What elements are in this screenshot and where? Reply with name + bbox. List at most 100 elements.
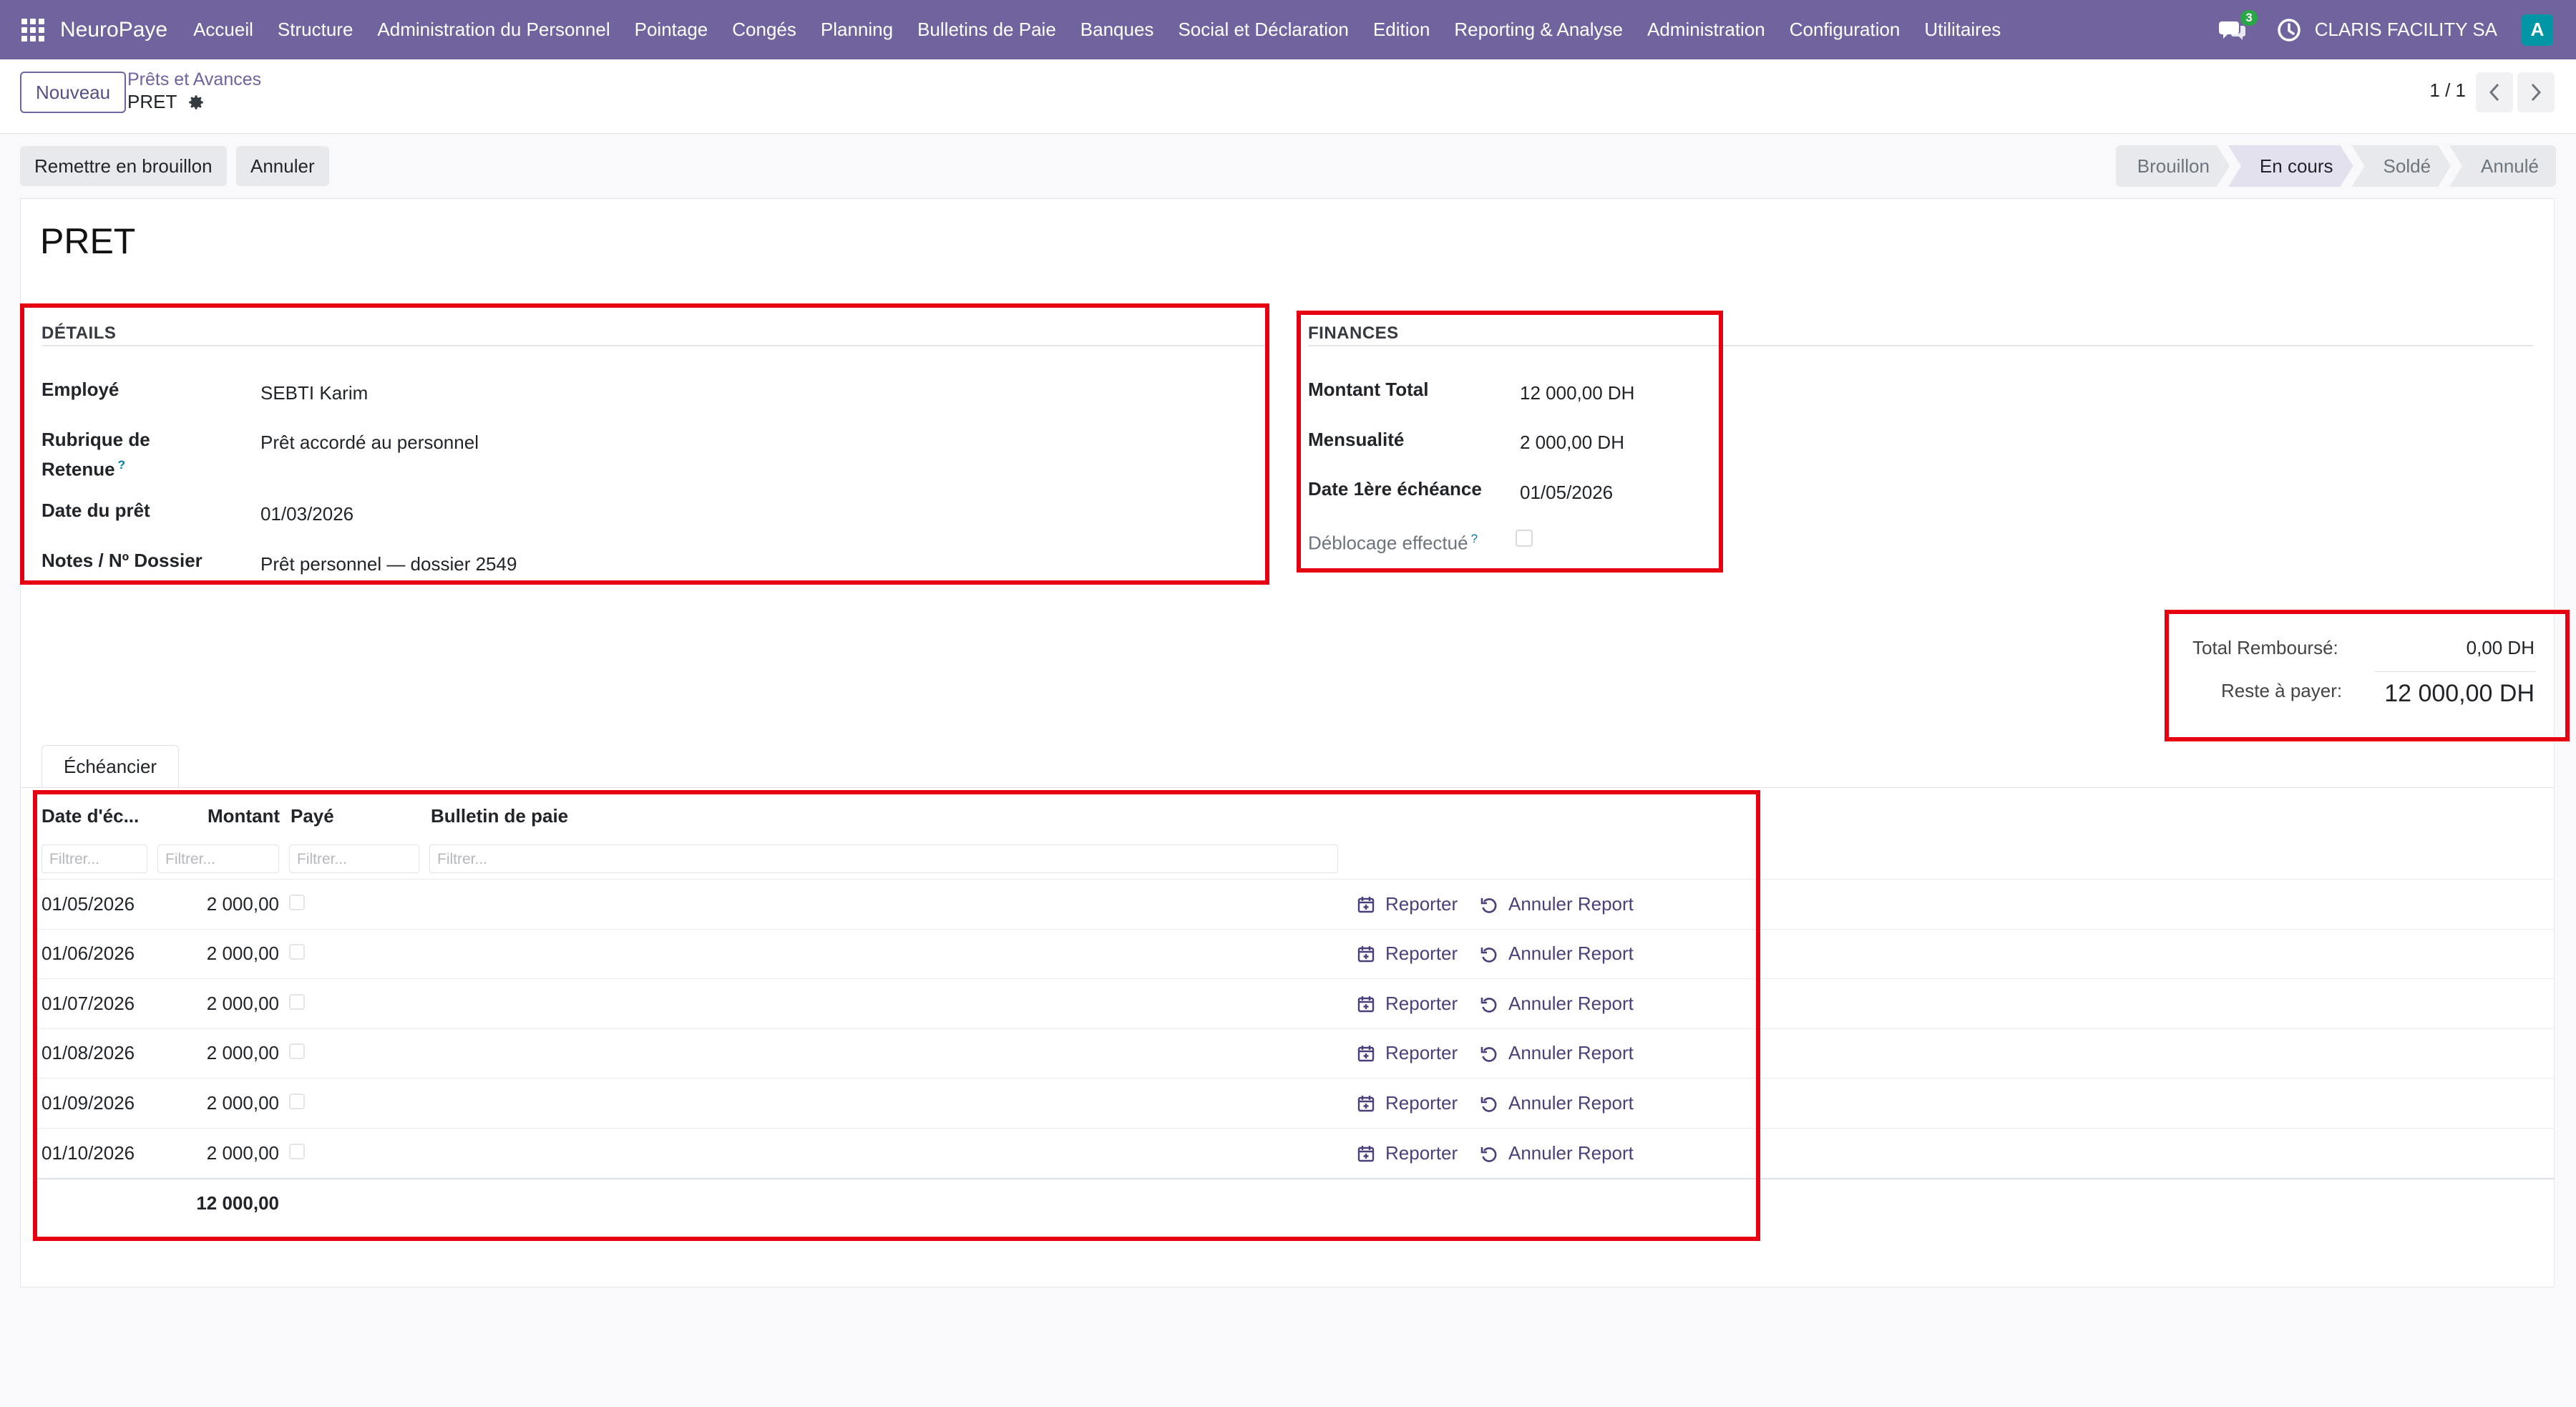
row-paid-checkbox[interactable]: [289, 1144, 305, 1159]
menu-item-conges[interactable]: Congés: [732, 19, 796, 41]
unlock-label-text: Déblocage effectué: [1308, 532, 1468, 554]
monthly-field[interactable]: 2 000,00 DH: [1520, 432, 1624, 454]
row-paid-checkbox[interactable]: [289, 895, 305, 910]
current-record: PRET: [127, 91, 205, 113]
column-header-paid[interactable]: Payé: [291, 805, 334, 827]
report-button[interactable]: Reporter: [1357, 943, 1458, 965]
loan-date-label: Date du prêt: [42, 500, 150, 521]
stage-solde[interactable]: Soldé: [2352, 145, 2451, 187]
help-icon[interactable]: ?: [118, 458, 125, 472]
cancel-report-button[interactable]: Annuler Report: [1480, 993, 1634, 1015]
breadcrumb-link[interactable]: Prêts et Avances: [127, 69, 261, 90]
messages-badge: 3: [2240, 9, 2258, 26]
stage-en-cours[interactable]: En cours: [2228, 145, 2353, 187]
menu-item-bulletins[interactable]: Bulletins de Paie: [917, 19, 1056, 41]
report-label: Reporter: [1385, 943, 1458, 964]
apps-menu-icon[interactable]: [21, 18, 44, 42]
calendar-plus-icon: [1357, 1045, 1375, 1061]
menu-item-administration-personnel[interactable]: Administration du Personnel: [377, 19, 610, 41]
row-paid-checkbox[interactable]: [289, 1043, 305, 1059]
calendar-plus-icon: [1357, 1145, 1375, 1162]
reimbursed-value: 0,00 DH: [2466, 637, 2534, 658]
menu-item-banques[interactable]: Banques: [1080, 19, 1154, 41]
notes-field[interactable]: Prêt personnel — dossier 2549: [260, 553, 517, 575]
row-date: 01/10/2026: [42, 1142, 135, 1164]
row-paid-checkbox[interactable]: [289, 1094, 305, 1109]
company-switcher[interactable]: CLARIS FACILITY SA: [2315, 19, 2497, 41]
menu-item-pointage[interactable]: Pointage: [635, 19, 708, 41]
cancel-report-label: Annuler Report: [1508, 1092, 1634, 1114]
main-menu: Accueil Structure Administration du Pers…: [193, 19, 2025, 41]
pager-next-button[interactable]: [2517, 72, 2555, 112]
menu-item-reporting[interactable]: Reporting & Analyse: [1454, 19, 1623, 41]
tab-echeancier[interactable]: Échéancier: [42, 745, 180, 788]
form-title[interactable]: PRET: [40, 220, 135, 262]
pager-value[interactable]: 1 / 1: [2429, 79, 2466, 102]
menu-item-edition[interactable]: Edition: [1373, 19, 1430, 41]
reset-draft-button[interactable]: Remettre en brouillon: [20, 146, 227, 186]
menu-item-utilitaires[interactable]: Utilitaires: [1924, 19, 2001, 41]
user-avatar[interactable]: A: [2522, 14, 2553, 46]
cancel-report-label: Annuler Report: [1508, 993, 1634, 1014]
report-label: Reporter: [1385, 1142, 1458, 1164]
activity-clock-icon[interactable]: [2276, 17, 2302, 43]
first-due-field[interactable]: 01/05/2026: [1520, 482, 1613, 504]
new-button[interactable]: Nouveau: [20, 72, 127, 113]
cancel-report-label: Annuler Report: [1508, 893, 1634, 915]
rubrique-field[interactable]: Prêt accordé au personnel: [260, 432, 479, 454]
report-label: Reporter: [1385, 993, 1458, 1014]
finances-group-title: FINANCES: [1308, 323, 1399, 343]
column-header-date[interactable]: Date d'éc...: [42, 805, 139, 827]
sum-amount: 12 000,00: [196, 1192, 279, 1214]
chevron-right-icon: [2531, 83, 2542, 102]
menu-item-planning[interactable]: Planning: [821, 19, 893, 41]
calendar-plus-icon: [1357, 945, 1375, 962]
stage-annule[interactable]: Annulé: [2449, 145, 2556, 187]
filter-paid-input[interactable]: Filtrer...: [289, 844, 419, 873]
pager-previous-button[interactable]: [2476, 72, 2513, 112]
report-button[interactable]: Reporter: [1357, 993, 1458, 1015]
undo-icon: [1480, 897, 1497, 913]
details-separator: [42, 345, 1267, 346]
cancel-report-button[interactable]: Annuler Report: [1480, 1142, 1634, 1164]
menu-item-accueil[interactable]: Accueil: [193, 19, 253, 41]
cancel-report-button[interactable]: Annuler Report: [1480, 893, 1634, 915]
employee-label: Employé: [42, 379, 119, 400]
report-button[interactable]: Reporter: [1357, 1092, 1458, 1114]
column-header-payslip[interactable]: Bulletin de paie: [431, 805, 568, 827]
employee-field[interactable]: SEBTI Karim: [260, 382, 368, 404]
help-icon[interactable]: ?: [1471, 532, 1478, 545]
totals-separator: [2374, 671, 2536, 672]
cancel-report-button[interactable]: Annuler Report: [1480, 1042, 1634, 1064]
total-amount-label: Montant Total: [1308, 379, 1429, 400]
app-brand[interactable]: NeuroPaye: [60, 18, 167, 42]
menu-item-configuration[interactable]: Configuration: [1790, 19, 1901, 41]
row-amount: 2 000,00: [206, 893, 279, 915]
cancel-loan-button[interactable]: Annuler: [236, 146, 329, 186]
rubrique-label-line-1: Rubrique de: [42, 429, 150, 450]
menu-item-administration[interactable]: Administration: [1647, 19, 1765, 41]
cancel-report-button[interactable]: Annuler Report: [1480, 943, 1634, 965]
total-amount-field[interactable]: 12 000,00 DH: [1520, 382, 1634, 404]
filter-date-input[interactable]: Filtrer...: [42, 844, 147, 873]
report-button[interactable]: Reporter: [1357, 1142, 1458, 1164]
loan-date-field[interactable]: 01/03/2026: [260, 503, 353, 525]
menu-item-structure[interactable]: Structure: [278, 19, 353, 41]
report-button[interactable]: Reporter: [1357, 1042, 1458, 1064]
row-date: 01/08/2026: [42, 1042, 135, 1063]
top-navbar: NeuroPaye Accueil Structure Administrati…: [0, 0, 2576, 59]
column-header-amount[interactable]: Montant: [208, 805, 280, 827]
row-paid-checkbox[interactable]: [289, 994, 305, 1010]
chat-icon[interactable]: 3: [2218, 9, 2258, 44]
filter-payslip-input[interactable]: Filtrer...: [429, 844, 1338, 873]
reimbursed-label: Total Remboursé:: [2192, 637, 2338, 658]
report-button[interactable]: Reporter: [1357, 893, 1458, 915]
cancel-report-button[interactable]: Annuler Report: [1480, 1092, 1634, 1114]
unlock-checkbox[interactable]: [1516, 530, 1533, 547]
row-paid-checkbox[interactable]: [289, 944, 305, 960]
stage-brouillon[interactable]: Brouillon: [2116, 145, 2230, 187]
filter-amount-input[interactable]: Filtrer...: [157, 844, 279, 873]
gear-icon[interactable]: [187, 93, 205, 112]
row-divider: [33, 879, 2555, 880]
menu-item-social[interactable]: Social et Déclaration: [1178, 19, 1348, 41]
